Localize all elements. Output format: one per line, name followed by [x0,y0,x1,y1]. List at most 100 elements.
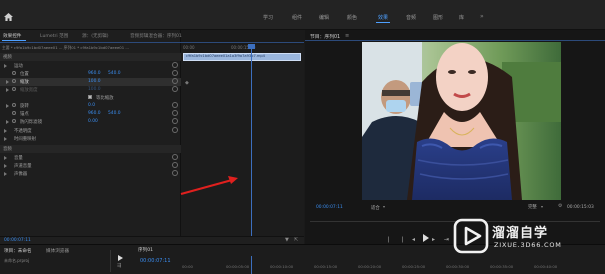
flicker-row[interactable]: 防闪烁滤镜 0.00 [0,118,181,126]
track-select-tool-icon[interactable]: ⇶ [117,263,121,269]
timeline-playhead[interactable] [251,256,252,274]
reset-icon[interactable] [172,78,178,84]
expand-triangle-icon[interactable] [4,128,7,133]
rotation-value[interactable]: 0.0 [88,103,95,108]
tab-sequence[interactable]: 序列01 [138,247,153,253]
step-forward-icon[interactable]: ▸ [432,236,435,243]
workspace-tab-color[interactable]: 颜色 [347,14,357,21]
reset-icon[interactable] [172,162,178,168]
expand-triangle-icon[interactable] [4,171,7,176]
selection-tool-icon[interactable] [118,255,123,261]
expand-triangle-icon[interactable] [4,155,7,160]
stopwatch-icon[interactable] [12,71,16,75]
program-timecode[interactable]: 00:00:07:11 [316,205,343,210]
mark-in-icon[interactable]: ❘ [386,236,391,243]
reset-icon[interactable] [172,102,178,108]
zoom-fit-select[interactable]: 适合 [371,205,380,211]
settings-icon[interactable]: ⚙ [558,203,562,209]
scale-width-row[interactable]: 缩放宽度 100.0 [0,86,181,94]
time-remap-row[interactable]: 时间重映射 [0,135,181,143]
reset-icon[interactable] [172,110,178,116]
workspace-tab-assembly[interactable]: 组件 [292,14,302,21]
filter-icon[interactable]: ▼ [285,237,289,243]
workspace-tab-graphics[interactable]: 图形 [433,14,443,21]
stopwatch-icon[interactable] [12,111,16,115]
reset-icon[interactable] [172,127,178,133]
channel-volume-row[interactable]: 声道音量 [0,162,181,170]
reset-icon[interactable] [172,170,178,176]
expand-triangle-icon[interactable] [4,136,7,141]
reset-icon[interactable] [172,70,178,76]
timeline-ruler-label: 00:00:10:00 [270,264,294,269]
export-icon[interactable]: ⇱ [294,237,298,243]
motion-label: 运动 [14,64,23,69]
workspace-tab-libraries[interactable]: 库 [459,14,464,21]
flicker-value[interactable]: 0.00 [88,119,98,124]
mark-out-icon[interactable]: ❘ [400,236,405,243]
reset-icon[interactable] [172,118,178,124]
tab-media-browser[interactable]: 媒体浏览器 [46,248,69,254]
reset-icon[interactable] [172,154,178,160]
stopwatch-icon[interactable] [12,119,16,123]
tab-effect-controls[interactable]: 效果控件 [3,33,21,39]
home-icon[interactable] [4,13,13,21]
workspace-tab-editing[interactable]: 编辑 [319,14,329,21]
expand-triangle-icon[interactable] [4,163,7,168]
anchor-row[interactable]: 锚点 960.0 540.0 [0,110,181,118]
position-y-value[interactable]: 540.0 [108,71,121,76]
reset-icon[interactable] [172,86,178,92]
go-to-out-icon[interactable]: ⇥ [444,236,449,243]
uniform-scale-row[interactable]: 等比缩放 [0,94,181,102]
anchor-y-value[interactable]: 540.0 [108,111,121,116]
stopwatch-icon[interactable] [12,87,16,91]
expand-triangle-icon[interactable] [6,87,9,92]
sequence-timecode[interactable]: 00:00:07:11 [140,258,171,264]
more-workspaces-icon[interactable]: » [480,13,484,20]
clip-bar[interactable]: c9fa1b9c1bd07aeee01a1a3f9a7a93b7.mp4 [183,53,301,61]
keyframe-nav-icon[interactable]: ◆ [185,80,189,86]
expand-triangle-icon[interactable] [6,79,9,84]
program-monitor-title[interactable]: 节目：序列01 [310,33,340,40]
collapse-triangle-icon[interactable] [4,63,7,68]
stopwatch-icon[interactable] [12,103,16,107]
tab-source[interactable]: 源：(无剪辑) [82,33,109,39]
position-x-value[interactable]: 960.0 [88,71,101,76]
anchor-x-value[interactable]: 960.0 [88,111,101,116]
volume-row[interactable]: 音量 [0,154,181,162]
project-file-label: 未命名.prproj [4,258,30,263]
workspace-tab-audio[interactable]: 音频 [406,14,416,21]
keyframe-ruler[interactable]: 00:00 00:00:15:00 [181,43,304,51]
workspace-tab-effects[interactable]: 效果 [378,14,388,21]
rotation-label: 旋转 [20,104,29,109]
scale-value[interactable]: 100.0 [88,79,101,84]
expand-triangle-icon[interactable] [6,103,9,108]
position-row[interactable]: 位置 960.0 540.0 [0,70,181,78]
tab-project[interactable]: 项目：未命名 [4,248,32,254]
volume-label: 音量 [14,156,23,161]
resolution-dropdown-icon[interactable]: ▾ [541,204,543,209]
stopwatch-icon[interactable] [12,79,16,83]
timeline-ruler-label: 00:00:15:00 [314,264,338,269]
opacity-row[interactable]: 不透明度 [0,127,181,135]
panner-row[interactable]: 声像器 [0,170,181,178]
video-image [362,42,561,200]
rotation-row[interactable]: 旋转 0.0 [0,102,181,110]
scale-row[interactable]: 缩放 100.0 [0,78,181,86]
playhead-line[interactable] [251,48,252,240]
play-icon[interactable] [423,234,429,242]
keyframe-timeline-area[interactable] [181,45,304,244]
effect-controls-timecode[interactable]: 00:00:07:11 [4,238,31,243]
step-back-icon[interactable]: ◂ [412,236,415,243]
reset-icon[interactable] [172,62,178,68]
panel-menu-icon[interactable]: ≡ [345,33,349,39]
source-clip-label: 主要 * c9fa1b9c1bd07aeee01 ... 序列01 * c9fa… [2,45,129,50]
scale-width-value[interactable]: 100.0 [88,87,101,92]
tab-lumetri-scopes[interactable]: Lumetri 范围 [40,33,68,39]
effect-controls-footer: 00:00:07:11 ▼ ⇱ [0,236,304,244]
motion-row[interactable]: 运动 [0,62,181,70]
tab-audio-clip-mixer[interactable]: 音频剪辑混合器：序列01 [130,33,182,39]
fit-dropdown-icon[interactable]: ▾ [383,204,385,209]
expand-triangle-icon[interactable] [6,119,9,124]
workspace-tab-learn[interactable]: 学习 [263,14,273,21]
uniform-scale-checkbox[interactable] [88,95,92,99]
